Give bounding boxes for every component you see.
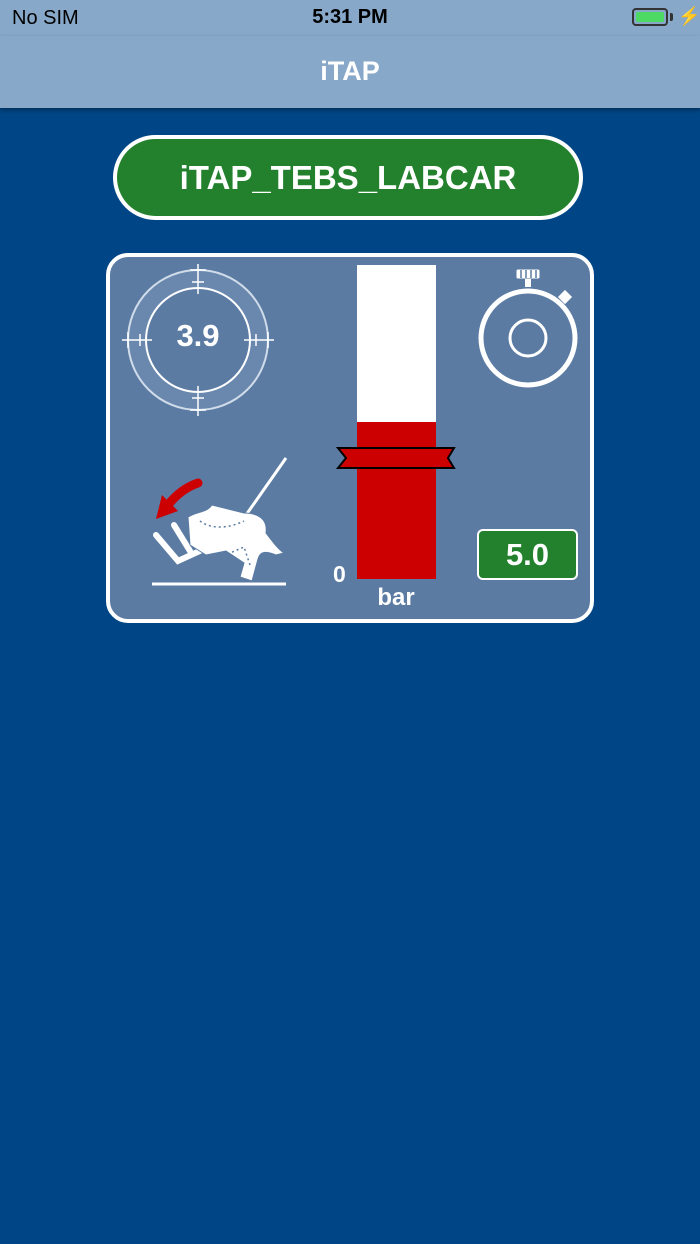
- status-bar: No SIM 5:31 PM ⚡: [0, 0, 700, 36]
- charging-bolt-icon: ⚡: [678, 6, 700, 26]
- battery-tip: [670, 13, 673, 21]
- pressure-bar-gauge: [335, 265, 456, 579]
- gauge-value: 3.9: [176, 318, 220, 353]
- stopwatch-icon[interactable]: [474, 266, 582, 388]
- navigation-bar: iTAP: [0, 36, 700, 108]
- status-time: 5:31 PM: [312, 6, 388, 28]
- nav-title: iTAP: [320, 56, 380, 86]
- brake-pedal-foot-icon: [152, 457, 288, 586]
- pressure-unit-label: bar: [377, 584, 415, 611]
- pressure-min-label: 0: [333, 561, 346, 587]
- pressure-marker-icon: [335, 447, 456, 469]
- battery-icon: [632, 8, 668, 26]
- pressure-bar-fill: [357, 422, 436, 579]
- setpoint-value[interactable]: 5.0: [477, 529, 578, 580]
- device-button[interactable]: iTAP_TEBS_LABCAR: [113, 135, 583, 220]
